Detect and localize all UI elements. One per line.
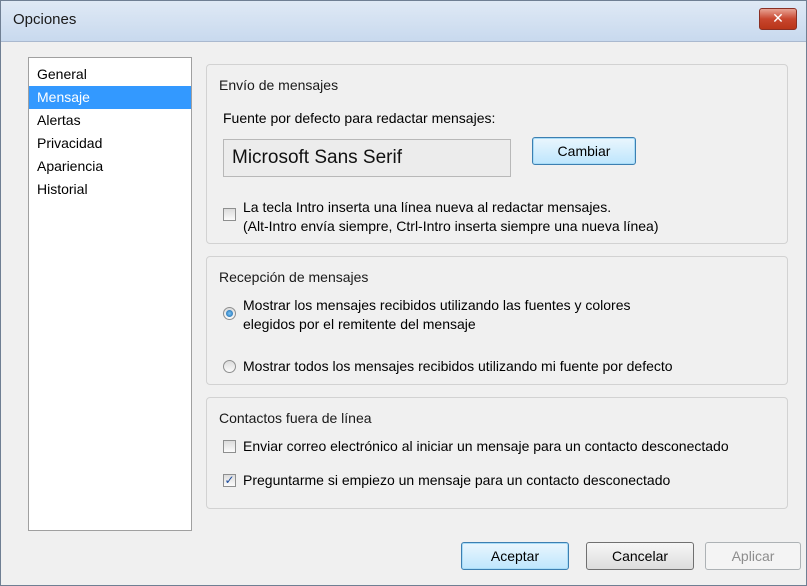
offline-contacts-title: Contactos fuera de línea (219, 410, 372, 426)
sending-group: Envío de mensajes Fuente por defecto par… (206, 64, 788, 244)
apply-button[interactable]: Aplicar (705, 542, 801, 570)
options-dialog: Opciones ✕ General Mensaje Alertas Priva… (0, 0, 807, 586)
sending-group-title: Envío de mensajes (219, 77, 339, 93)
cancel-button[interactable]: Cancelar (586, 542, 694, 570)
close-icon: ✕ (772, 11, 784, 27)
sender-fonts-label-line2: elegidos por el remitente del mensaje (243, 316, 476, 332)
close-button[interactable]: ✕ (759, 8, 797, 30)
ask-offline-checkbox[interactable]: ✓ (223, 474, 236, 487)
sender-fonts-label: Mostrar los mensajes recibidos utilizand… (243, 297, 631, 313)
category-list: General Mensaje Alertas Privacidad Apari… (28, 57, 192, 531)
enter-newline-label: La tecla Intro inserta una línea nueva a… (243, 199, 612, 215)
sender-fonts-radio[interactable] (223, 307, 236, 320)
sidebar-item-historial[interactable]: Historial (29, 178, 191, 201)
send-email-label: Enviar correo electrónico al iniciar un … (243, 438, 729, 454)
enter-newline-checkbox[interactable] (223, 208, 236, 221)
checkmark-icon: ✓ (224, 473, 235, 487)
default-font-label: Fuente por defecto para redactar mensaje… (223, 110, 496, 126)
receiving-group-title: Recepción de mensajes (219, 269, 369, 285)
receiving-group: Recepción de mensajes Mostrar los mensaj… (206, 256, 788, 385)
window-title: Opciones (13, 11, 77, 28)
change-font-button[interactable]: Cambiar (532, 137, 636, 165)
my-font-label: Mostrar todos los mensajes recibidos uti… (243, 358, 673, 374)
send-email-checkbox[interactable] (223, 440, 236, 453)
accept-button[interactable]: Aceptar (461, 542, 569, 570)
my-font-radio[interactable] (223, 360, 236, 373)
sidebar-item-mensaje[interactable]: Mensaje (29, 86, 191, 109)
enter-newline-hint: (Alt-Intro envía siempre, Ctrl-Intro ins… (243, 218, 659, 234)
sidebar-item-privacidad[interactable]: Privacidad (29, 132, 191, 155)
sidebar-item-apariencia[interactable]: Apariencia (29, 155, 191, 178)
title-bar[interactable]: Opciones ✕ (1, 1, 806, 42)
offline-contacts-group: Contactos fuera de línea Enviar correo e… (206, 397, 788, 509)
default-font-display: Microsoft Sans Serif (223, 139, 511, 177)
sidebar-item-general[interactable]: General (29, 63, 191, 86)
sidebar-item-alertas[interactable]: Alertas (29, 109, 191, 132)
ask-offline-label: Preguntarme si empiezo un mensaje para u… (243, 472, 671, 488)
